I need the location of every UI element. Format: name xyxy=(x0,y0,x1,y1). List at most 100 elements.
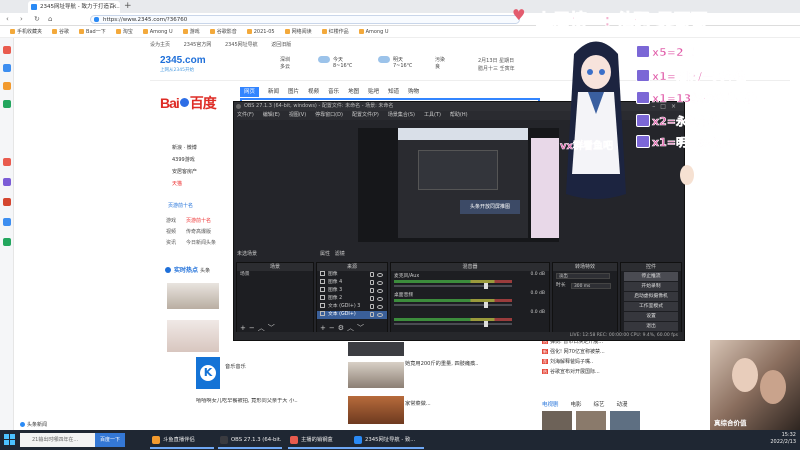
visibility-icon[interactable] xyxy=(377,273,383,277)
volume-slider[interactable] xyxy=(394,283,512,289)
mixer-channel[interactable]: 桌面音频 0.0 dB xyxy=(391,290,549,309)
duration-input[interactable]: 300 ms xyxy=(571,283,611,289)
news-caption[interactable]: 音乐音乐 xyxy=(225,363,246,370)
bookmark-item[interactable]: 谷歌影音 xyxy=(210,26,237,37)
news-caption[interactable]: 嘻嘻啊女儿吃早餐被拍, 竟形同父亲于大 小.. xyxy=(196,398,336,405)
video-thumbnail[interactable] xyxy=(542,411,572,430)
browser-tab[interactable]: 2345网址导航 - 致力于打造百... × xyxy=(28,1,120,13)
top-link[interactable]: 返回旧版 xyxy=(271,42,291,48)
url-input[interactable]: https://www.2345.com/?36760 xyxy=(90,15,520,24)
mixer-channel[interactable]: 麦克风/Aux 0.0 dB xyxy=(391,271,549,290)
obs-menu-item[interactable]: 帮助(H) xyxy=(450,112,468,118)
source-item[interactable]: 图像 2 xyxy=(317,295,387,303)
sidebar-favorites-icon[interactable] xyxy=(3,46,11,54)
bookmark-item[interactable]: 淘宝 xyxy=(116,26,133,37)
source-item[interactable]: 文本 (GDI+) 3 xyxy=(317,303,387,311)
taskbar-app[interactable]: 斗鱼直播伴侣 xyxy=(150,431,214,449)
obs-menu-item[interactable]: 停靠窗口(D) xyxy=(315,112,343,118)
obs-preview[interactable]: 头条开放同屏推图 xyxy=(358,128,559,242)
transition-select[interactable]: 淡出 xyxy=(556,273,610,279)
control-button[interactable]: 启动虚拟摄像机 xyxy=(624,292,678,301)
source-item[interactable]: 图像 xyxy=(317,271,387,279)
news-item[interactable]: 热谷歌宣布对开展国际... xyxy=(542,367,642,377)
lock-icon[interactable] xyxy=(370,288,374,293)
news-thumbnail[interactable] xyxy=(167,320,219,352)
menu-icon[interactable] xyxy=(4,2,14,11)
search-tab[interactable]: 地图 xyxy=(348,87,359,97)
sidebar-download-icon[interactable] xyxy=(3,100,11,108)
obs-menu-item[interactable]: 场景集合(S) xyxy=(388,112,415,118)
section-title[interactable]: 页游前十名 xyxy=(168,202,238,209)
search-tab[interactable]: 贴吧 xyxy=(368,87,379,97)
hot-news-header[interactable]: 实时热点 头条 xyxy=(165,265,235,277)
video-thumbnail[interactable] xyxy=(610,411,640,430)
news-thumbnail[interactable] xyxy=(348,362,404,388)
visibility-icon[interactable] xyxy=(377,313,383,317)
taskbar-app[interactable]: 2345网址导航 - 致... xyxy=(352,431,424,449)
news-item[interactable]: 荐刘海解释爸妈子嘴.. xyxy=(542,357,642,367)
source-item[interactable]: 图像 3 xyxy=(317,287,387,295)
volume-slider[interactable] xyxy=(394,302,512,308)
properties-button[interactable]: 属性 xyxy=(320,251,330,257)
top-link[interactable]: 2345网址导航 xyxy=(225,42,258,48)
obs-menu-item[interactable]: 视图(V) xyxy=(289,112,306,118)
visibility-icon[interactable] xyxy=(377,305,383,309)
scene-item[interactable]: 场景 xyxy=(237,271,313,279)
bookmark-item[interactable]: 2021-05 xyxy=(247,26,275,37)
taskbar-app[interactable]: OBS 27.1.3 (64-bit... xyxy=(218,431,282,449)
site-logo[interactable]: 2345.com 上网从2345开始 xyxy=(160,55,222,77)
lock-icon[interactable] xyxy=(370,304,374,309)
category-link[interactable]: 页游前十名 xyxy=(186,218,211,224)
source-item[interactable]: 文本 (GDI+) xyxy=(317,311,387,319)
visibility-icon[interactable] xyxy=(377,289,383,293)
category-link[interactable]: 今日新闻头条 xyxy=(186,240,216,246)
search-tab[interactable]: 新闻 xyxy=(268,87,279,97)
lock-icon[interactable] xyxy=(370,280,374,285)
news-thumbnail[interactable] xyxy=(348,396,404,424)
bookmark-item[interactable]: Among U xyxy=(359,26,389,37)
video-tab[interactable]: 综艺 xyxy=(594,402,605,408)
quick-link[interactable]: 安居客房产 xyxy=(172,166,197,178)
top-link[interactable]: 2345官方网 xyxy=(184,42,212,48)
volume-slider[interactable] xyxy=(394,321,512,327)
visibility-icon[interactable] xyxy=(377,281,383,285)
control-button[interactable]: 设置 xyxy=(624,312,678,321)
hot-tab[interactable]: 头条 xyxy=(200,268,210,274)
source-item[interactable]: 图像 4 xyxy=(317,279,387,287)
forward-icon[interactable]: › xyxy=(20,15,23,24)
bookmark-item[interactable]: Among U xyxy=(143,26,173,37)
news-thumbnail[interactable] xyxy=(348,342,404,356)
video-tab[interactable]: 电影 xyxy=(571,402,582,408)
obs-menu-item[interactable]: 配置文件(P) xyxy=(352,112,379,118)
lock-icon[interactable] xyxy=(370,312,374,317)
obs-menu-item[interactable]: 工具(T) xyxy=(424,112,441,118)
bookmark-item[interactable]: 游戏 xyxy=(183,26,200,37)
search-tab[interactable]: 音乐 xyxy=(328,87,339,97)
taskbar-search-button[interactable]: 百度一下 xyxy=(95,433,125,447)
sidebar-note-icon[interactable] xyxy=(3,178,11,186)
sidebar-weibo-icon[interactable] xyxy=(3,64,11,72)
obs-menu-item[interactable]: 文件(F) xyxy=(237,112,254,118)
tab-close-icon[interactable]: × xyxy=(112,1,117,13)
new-tab-button[interactable]: + xyxy=(124,1,132,12)
home-icon[interactable]: ⌂ xyxy=(48,15,52,24)
control-button[interactable]: 停止推流 xyxy=(624,272,678,281)
control-button[interactable]: 退出 xyxy=(624,322,678,331)
bookmark-item[interactable]: 手机收藏夹 xyxy=(10,26,42,37)
lock-icon[interactable] xyxy=(370,296,374,301)
control-button[interactable]: 开始录制 xyxy=(624,282,678,291)
system-tray[interactable]: 15:32 2022/2/13 xyxy=(700,432,796,448)
sidebar-mail-icon[interactable] xyxy=(3,158,11,166)
sidebar-tool-icon[interactable] xyxy=(3,218,11,226)
search-tab[interactable]: 视频 xyxy=(308,87,319,97)
news-item[interactable]: 新强化! 网70亿宣称被禁... xyxy=(542,347,642,357)
baidu-logo[interactable]: Bai 百度 xyxy=(160,93,240,117)
reload-icon[interactable]: ↻ xyxy=(34,15,40,24)
bookmark-item[interactable]: 网络阅读 xyxy=(285,26,312,37)
taskbar-app[interactable]: 主播的销钢盒 xyxy=(288,431,352,449)
sidebar-video-icon[interactable] xyxy=(3,198,11,206)
category-link[interactable]: 传奇高爆版 xyxy=(186,229,211,235)
back-icon[interactable]: ‹ xyxy=(6,15,9,24)
bookmark-item[interactable]: 谷歌 xyxy=(52,26,69,37)
obs-menu-item[interactable]: 编辑(E) xyxy=(263,112,280,118)
